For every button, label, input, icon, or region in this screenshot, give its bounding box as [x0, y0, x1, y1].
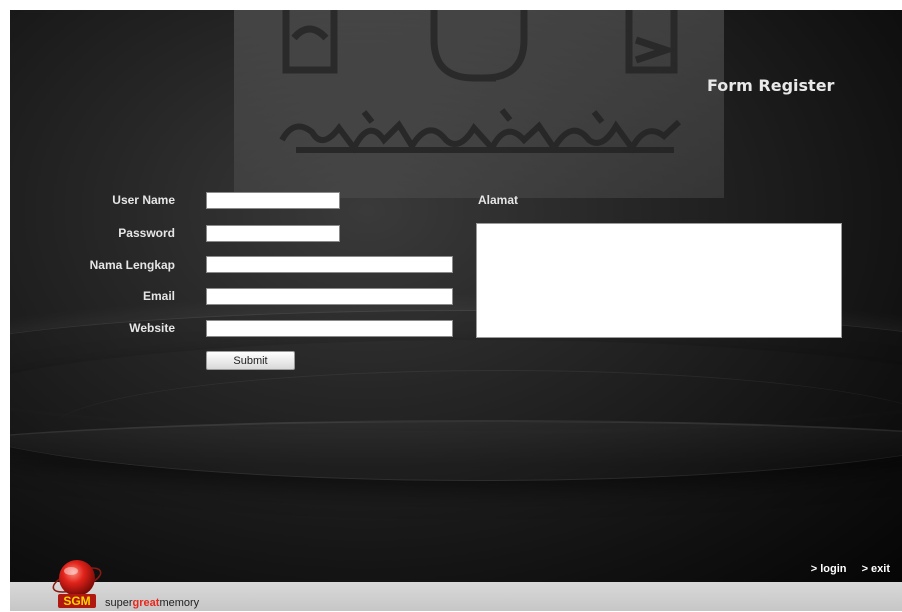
page-background: Form Register User Name Password Nama Le…: [10, 10, 902, 582]
sgm-globe-logo-icon: SGM: [52, 560, 102, 608]
page-title: Form Register: [707, 76, 835, 95]
brand-suffix: memory: [159, 597, 200, 609]
university-logo-icon: [279, 10, 682, 154]
website-label: Website: [129, 321, 175, 335]
brand-highlight: great: [132, 597, 160, 609]
background-wave: [10, 420, 902, 502]
password-field[interactable]: [206, 225, 340, 242]
fullname-label: Nama Lengkap: [89, 258, 175, 272]
background-wave: [50, 370, 902, 491]
brand-prefix: super: [105, 597, 133, 609]
brand-name: supergreatmemory: [105, 597, 199, 609]
exit-link[interactable]: > exit: [862, 563, 890, 575]
fullname-field[interactable]: [206, 256, 453, 273]
username-label: User Name: [112, 193, 175, 207]
footer-nav: > login > exit: [799, 563, 890, 575]
university-logo-watermark: [234, 10, 724, 198]
login-link[interactable]: > login: [811, 563, 847, 575]
website-field[interactable]: [206, 320, 453, 337]
submit-button[interactable]: Submit: [206, 351, 295, 370]
sgm-logo-text: SGM: [63, 594, 90, 608]
alamat-textarea[interactable]: [476, 223, 842, 338]
footer-bar: SGM supergreatmemory: [10, 560, 902, 611]
email-field[interactable]: [206, 288, 453, 305]
password-label: Password: [118, 226, 175, 240]
username-field[interactable]: [206, 192, 340, 209]
email-label: Email: [142, 289, 175, 303]
background-wave: [10, 340, 902, 481]
alamat-label: Alamat: [478, 193, 519, 207]
